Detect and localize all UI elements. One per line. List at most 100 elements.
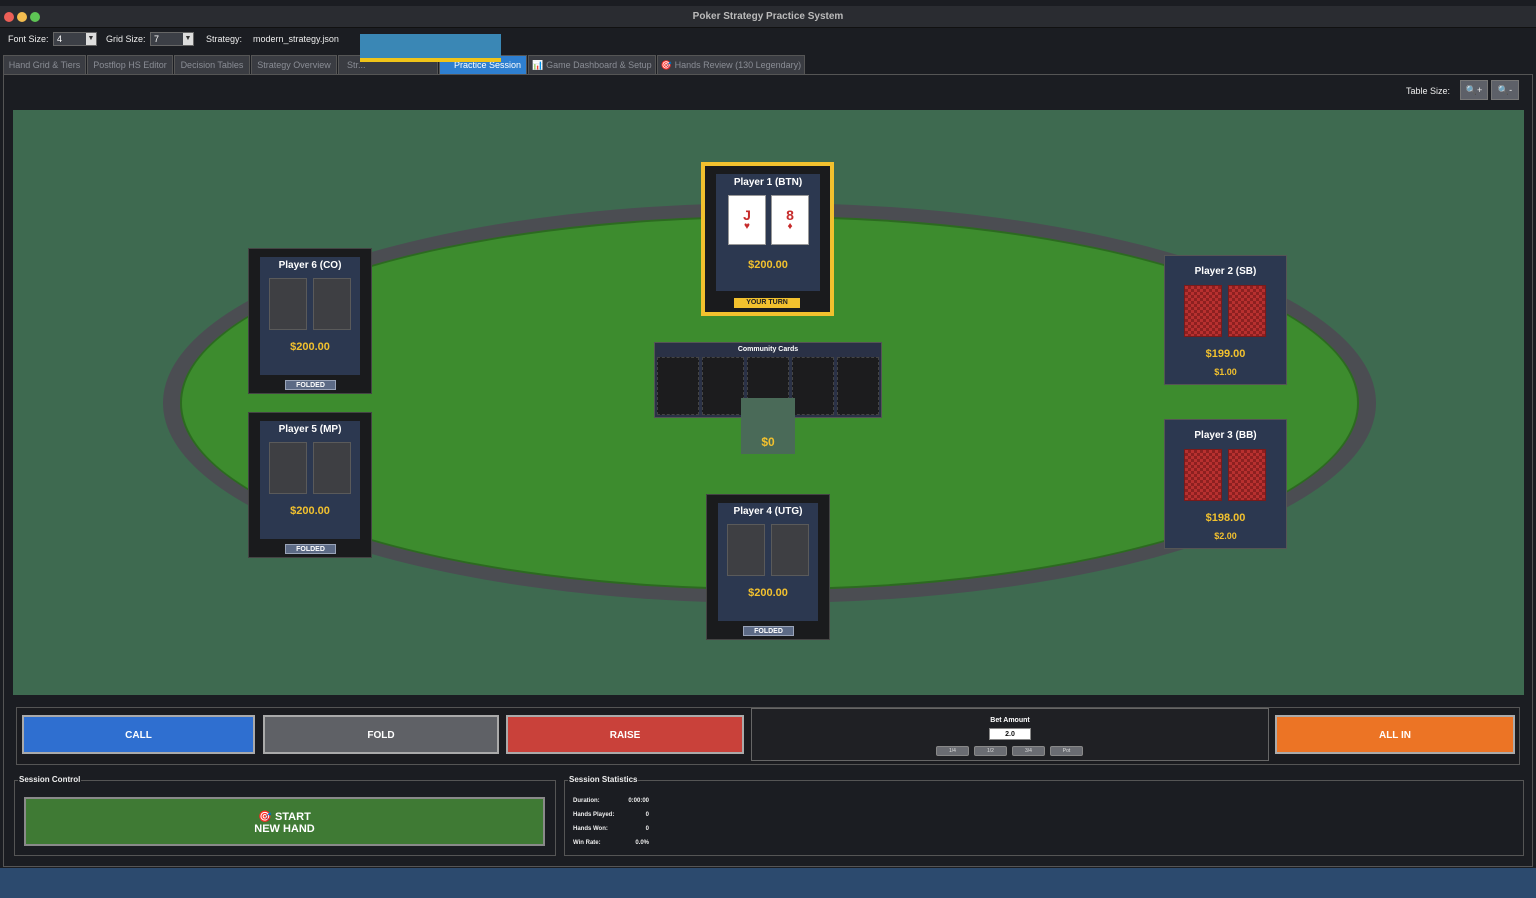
player-name: Player 1 (BTN) — [733, 177, 803, 188]
app-window: Poker Strategy Practice System Font Size… — [0, 0, 1536, 868]
stat-duration: Duration: 0:00:00 — [573, 798, 649, 804]
seat-player-6: Player 6 (CO) $200.00 FOLDED — [248, 248, 372, 394]
tab-postflop-editor[interactable]: Postflop HS Editor — [87, 55, 173, 74]
your-turn-badge: YOUR TURN — [734, 298, 800, 308]
strategy-file-name: modern_strategy.json — [253, 34, 339, 44]
stat-value: 0 — [645, 826, 649, 832]
heart-icon: ♥ — [744, 221, 750, 232]
tab-hands-review[interactable]: 🎯 Hands Review (130 Legendary) — [657, 55, 805, 74]
session-control-title: Session Control — [18, 775, 82, 784]
bet-amount-label: Bet Amount — [990, 717, 1030, 724]
folded-badge: FOLDED — [285, 380, 336, 390]
tab-game-dashboard[interactable]: 📊 Game Dashboard & Setup — [528, 55, 656, 74]
player-stack: $198.00 — [1205, 512, 1246, 524]
chevron-down-icon: ▼ — [86, 33, 96, 45]
start-label-line2: NEW HAND — [254, 823, 315, 835]
community-card-slot — [837, 357, 879, 415]
seat-player-2: Player 2 (SB) $199.00 $1.00 — [1164, 255, 1287, 385]
community-cards-title: Community Cards — [737, 346, 799, 353]
stat-label: Hands Won: — [573, 826, 608, 832]
card-rank: J — [743, 207, 751, 223]
window-title: Poker Strategy Practice System — [692, 11, 844, 22]
card-back — [1184, 449, 1222, 501]
chevron-down-icon: ▼ — [183, 33, 193, 45]
call-button[interactable]: CALL — [22, 715, 255, 754]
font-size-value: 4 — [57, 34, 63, 44]
stat-win-rate: Win Rate: 0.0% — [573, 840, 649, 846]
card-back — [1228, 449, 1266, 501]
seat-panel: Player 5 (MP) $200.00 — [260, 421, 360, 539]
card-back — [1228, 285, 1266, 337]
pot-display: $0 — [741, 398, 795, 454]
overlay-highlight — [360, 34, 501, 62]
tab-decision-tables[interactable]: Decision Tables — [174, 55, 250, 74]
fold-button[interactable]: FOLD — [263, 715, 499, 754]
card-rank: 8 — [786, 207, 794, 223]
player-stack: $200.00 — [748, 259, 788, 271]
zoom-out-button[interactable]: 🔍- — [1491, 80, 1519, 100]
grid-size-select[interactable]: 7 ▼ — [150, 32, 194, 46]
toolbar: Font Size: 4 ▼ Grid Size: 7 ▼ Strategy: … — [0, 29, 1536, 49]
empty-card-slot — [727, 524, 765, 576]
session-statistics-title: Session Statistics — [568, 775, 639, 784]
stat-label: Duration: — [573, 798, 600, 804]
bet-pot-button[interactable]: Pot — [1050, 746, 1083, 756]
tab-hand-grid[interactable]: Hand Grid & Tiers — [3, 55, 86, 74]
player-name: Player 2 (SB) — [1194, 266, 1257, 277]
player-name: Player 5 (MP) — [278, 424, 342, 435]
stat-hands-won: Hands Won: 0 — [573, 826, 649, 832]
hole-card: 8 ♦ — [771, 195, 809, 245]
seat-panel: Player 1 (BTN) J ♥ 8 ♦ $200.00 — [716, 174, 820, 291]
seat-player-5: Player 5 (MP) $200.00 FOLDED — [248, 412, 372, 558]
stat-label: Win Rate: — [573, 840, 601, 846]
diamond-icon: ♦ — [787, 221, 793, 232]
stat-value: 0 — [645, 812, 649, 818]
bet-amount-input[interactable]: 2.0 — [989, 728, 1031, 740]
player-name: Player 3 (BB) — [1194, 430, 1257, 441]
empty-card-slot — [313, 442, 351, 494]
stat-hands-played: Hands Played: 0 — [573, 812, 649, 818]
start-label-line1: 🎯 START — [258, 811, 311, 823]
hole-card: J ♥ — [728, 195, 766, 245]
community-card-slot — [657, 357, 699, 415]
table-area: Player 6 (CO) $200.00 FOLDED Player 5 (M… — [13, 110, 1524, 695]
stat-value: 0.0% — [635, 840, 649, 846]
title-bar: Poker Strategy Practice System — [0, 6, 1536, 28]
desktop-background — [0, 868, 1536, 898]
player-stack: $200.00 — [290, 341, 330, 353]
tab-strategy-overview[interactable]: Strategy Overview — [251, 55, 337, 74]
grid-size-value: 7 — [154, 34, 160, 44]
start-new-hand-button[interactable]: 🎯 START NEW HAND — [24, 797, 545, 846]
font-size-label: Font Size: — [8, 34, 49, 44]
seat-panel: Player 6 (CO) $200.00 — [260, 257, 360, 375]
empty-card-slot — [313, 278, 351, 330]
all-in-button[interactable]: ALL IN — [1275, 715, 1515, 754]
player-bet: $1.00 — [1214, 367, 1237, 377]
font-size-select[interactable]: 4 ▼ — [53, 32, 97, 46]
card-back — [1184, 285, 1222, 337]
bet-half-pot-button[interactable]: 1/2 — [974, 746, 1007, 756]
pot-amount: $0 — [761, 435, 775, 449]
bet-amount-panel: Bet Amount 2.0 1/4 1/2 3/4 Pot — [751, 708, 1269, 761]
bet-three-quarter-pot-button[interactable]: 3/4 — [1012, 746, 1045, 756]
player-stack: $200.00 — [290, 505, 330, 517]
bet-quarter-pot-button[interactable]: 1/4 — [936, 746, 969, 756]
folded-badge: FOLDED — [743, 626, 794, 636]
stat-label: Hands Played: — [573, 812, 615, 818]
player-stack: $199.00 — [1205, 348, 1246, 360]
player-stack: $200.00 — [748, 587, 788, 599]
raise-button[interactable]: RAISE — [506, 715, 744, 754]
table-size-label: Table Size: — [1405, 86, 1450, 96]
community-card-slot — [792, 357, 834, 415]
community-card-slot — [702, 357, 744, 415]
grid-size-label: Grid Size: — [106, 34, 146, 44]
player-bet: $2.00 — [1214, 531, 1237, 541]
action-bar: CALL FOLD RAISE Bet Amount 2.0 1/4 1/2 3… — [16, 707, 1520, 765]
session-statistics-group: Session Statistics Duration: 0:00:00 Han… — [564, 775, 1524, 856]
empty-card-slot — [269, 278, 307, 330]
strategy-label: Strategy: — [206, 34, 243, 44]
zoom-in-button[interactable]: 🔍+ — [1460, 80, 1488, 100]
empty-card-slot — [269, 442, 307, 494]
seat-panel: Player 4 (UTG) $200.00 — [718, 503, 818, 621]
seat-player-1: Player 1 (BTN) J ♥ 8 ♦ $200.00 YOUR TURN — [701, 162, 834, 316]
